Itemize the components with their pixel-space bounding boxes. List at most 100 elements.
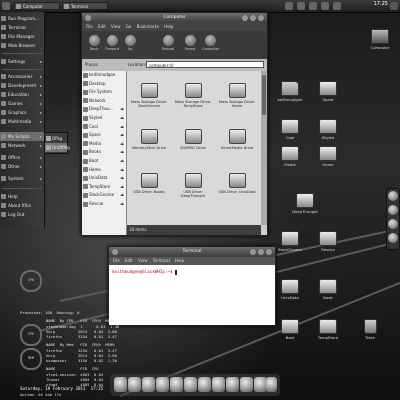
menu-item-log-out[interactable]: Log Out	[0, 210, 44, 219]
desktop-icon-drive[interactable]: Skyled	[310, 118, 346, 148]
menu-item-settings[interactable]: Settings ▸	[0, 57, 44, 66]
sidebar-item-drive[interactable]: Rescue ⏏	[82, 200, 126, 209]
desktop-icon-home-folder[interactable]: keithmudgee	[272, 80, 308, 110]
sidebar-item-desktop[interactable]: Desktop	[82, 80, 126, 89]
menu-item-games[interactable]: Games ▸	[0, 99, 44, 108]
eject-icon[interactable]: ⏏	[120, 131, 124, 140]
maximize-icon[interactable]	[250, 15, 256, 21]
menu-item-graphics[interactable]: Graphics ▸	[0, 108, 44, 117]
menu-item-my-scripts[interactable]: My Scripts ▸	[0, 132, 44, 141]
file-item[interactable]: SD/MMC Drive	[173, 127, 213, 165]
menu-item-file-manager[interactable]: File Manager	[0, 32, 44, 41]
launcher-icon[interactable]	[388, 219, 398, 229]
scrollbar-thumb[interactable]	[262, 75, 266, 115]
menu-item-network[interactable]: Network ▸	[0, 141, 44, 150]
desktop-icon-drive[interactable]: DeepThought	[287, 192, 323, 222]
launcher-icon[interactable]	[388, 233, 398, 243]
power-icon[interactable]	[390, 2, 398, 10]
eject-icon[interactable]: ⏏	[120, 140, 124, 149]
panel-clock[interactable]: 17:25	[374, 1, 388, 7]
terminal-prompt[interactable]: keithmudgee@SlackWHIp:~$	[112, 269, 178, 275]
sidebar-item-drive[interactable]: Books ⏏	[82, 148, 126, 157]
sidebar-item-drive[interactable]: Skyled ⏏	[82, 114, 126, 123]
mail-icon[interactable]	[333, 2, 341, 10]
desktop-icon-drive[interactable]: Rescue	[310, 230, 346, 260]
eject-icon[interactable]: ⏏	[120, 191, 124, 200]
home-icon[interactable]	[114, 377, 127, 392]
computer-button[interactable]: Computer	[202, 34, 219, 56]
menu-go[interactable]: Go	[126, 24, 132, 29]
file-item[interactable]: Mass Storage Drive: TempStore	[173, 81, 213, 119]
desktop-icon-drive[interactable]: SlackGnome	[272, 230, 308, 260]
menu-view[interactable]: View	[111, 24, 121, 29]
menu-terminal[interactable]: Terminal	[153, 258, 170, 263]
menu-item-development[interactable]: Development ▸	[0, 81, 44, 90]
sidebar-item-drive[interactable]: UnixData ⏏	[82, 174, 126, 183]
sidebar-item-drive[interactable]: Cool ⏏	[82, 123, 126, 132]
window-title-bar[interactable]: Terminal	[109, 247, 275, 257]
up-button[interactable]: Up	[122, 34, 138, 56]
browser-icon[interactable]	[184, 377, 197, 392]
window-menu-icon[interactable]	[112, 249, 118, 255]
taskbar-item-computer[interactable]: Computer	[14, 2, 60, 10]
menu-file[interactable]: File	[113, 258, 120, 263]
file-item[interactable]: USB Drive: Books	[129, 171, 169, 209]
menu-item-education[interactable]: Education ▸	[0, 90, 44, 99]
menu-bookmarks[interactable]: Bookmarks	[137, 24, 159, 29]
menu-item-system[interactable]: System ▸	[0, 174, 44, 183]
menu-item-help[interactable]: Help	[0, 192, 44, 201]
maximize-icon[interactable]	[258, 249, 264, 255]
file-item[interactable]: SmartMedia Drive	[217, 127, 257, 165]
menu-launcher-icon[interactable]	[2, 2, 10, 10]
submenu-item-dpkg[interactable]: DPkg	[45, 134, 67, 143]
sidebar-item-file-system[interactable]: File System	[82, 88, 126, 97]
menu-edit[interactable]: Edit	[98, 24, 106, 29]
sidebar-item-drive[interactable]: Media ⏏	[82, 140, 126, 149]
desktop-icon-drive[interactable]: Book	[310, 278, 346, 308]
sidebar-item-drive[interactable]: Spare ⏏	[82, 131, 126, 140]
desktop-icon-drive[interactable]: Cool	[272, 118, 308, 148]
home-button[interactable]: Home	[182, 34, 198, 56]
menu-file[interactable]: File	[86, 24, 93, 29]
terminal-icon[interactable]	[142, 377, 155, 392]
network-icon[interactable]	[285, 2, 293, 10]
window-title-bar[interactable]: Computer	[82, 13, 267, 23]
power-icon[interactable]	[240, 377, 253, 392]
file-item[interactable]: USB Drive: UnixData	[217, 171, 257, 209]
settings-icon[interactable]	[226, 377, 239, 392]
menu-help[interactable]: Help	[175, 258, 184, 263]
menu-help[interactable]: Help	[164, 24, 173, 29]
window-menu-icon[interactable]	[85, 15, 91, 21]
menu-item-about[interactable]: About Xfce	[0, 201, 44, 210]
scrollbar[interactable]	[261, 71, 267, 225]
launcher-icon[interactable]	[388, 191, 398, 201]
minimize-icon[interactable]	[242, 15, 248, 21]
file-item[interactable]: Mass Storage Drive: SlackGnome	[129, 81, 169, 119]
desktop-icon-drive[interactable]: Media	[272, 145, 308, 175]
media-icon[interactable]	[198, 377, 211, 392]
desktop-icon-computer[interactable]: Computer	[362, 28, 398, 58]
desktop-icon-drive[interactable]: TempStore	[310, 318, 346, 348]
menu-item-accessories[interactable]: Accessories ▸	[0, 72, 44, 81]
desktop-icon-trash[interactable]: Trash	[352, 318, 388, 348]
close-icon[interactable]	[258, 15, 264, 21]
eject-icon[interactable]: ⏏	[120, 148, 124, 157]
sidebar-item-home[interactable]: keithmudgee	[82, 71, 126, 80]
gear-icon[interactable]	[266, 377, 277, 392]
menu-item-web-browser[interactable]: Web Browser	[0, 41, 44, 50]
taskbar-item-terminal[interactable]: Terminal	[62, 2, 108, 10]
update-icon[interactable]	[309, 2, 317, 10]
menu-item-other[interactable]: Other ▸	[0, 162, 44, 171]
sidebar-item-drive[interactable]: Home ⏏	[82, 166, 126, 175]
menu-item-multimedia[interactable]: Multimedia ▸	[0, 117, 44, 126]
clock-icon[interactable]	[128, 377, 141, 392]
desktop-icon-drive[interactable]: Boot	[272, 318, 308, 348]
file-item[interactable]: Mass Storage Drive: Home	[217, 81, 257, 119]
menu-edit[interactable]: Edit	[125, 258, 133, 263]
eject-icon[interactable]: ⏏	[120, 105, 124, 114]
file-item[interactable]: MemoryStick Drive	[129, 127, 169, 165]
desktop-icon-drive[interactable]: Spare	[310, 80, 346, 110]
reload-button[interactable]: Reload	[160, 34, 176, 56]
menu-view[interactable]: View	[138, 258, 148, 263]
sidebar-item-drive[interactable]: Boot ⏏	[82, 157, 126, 166]
